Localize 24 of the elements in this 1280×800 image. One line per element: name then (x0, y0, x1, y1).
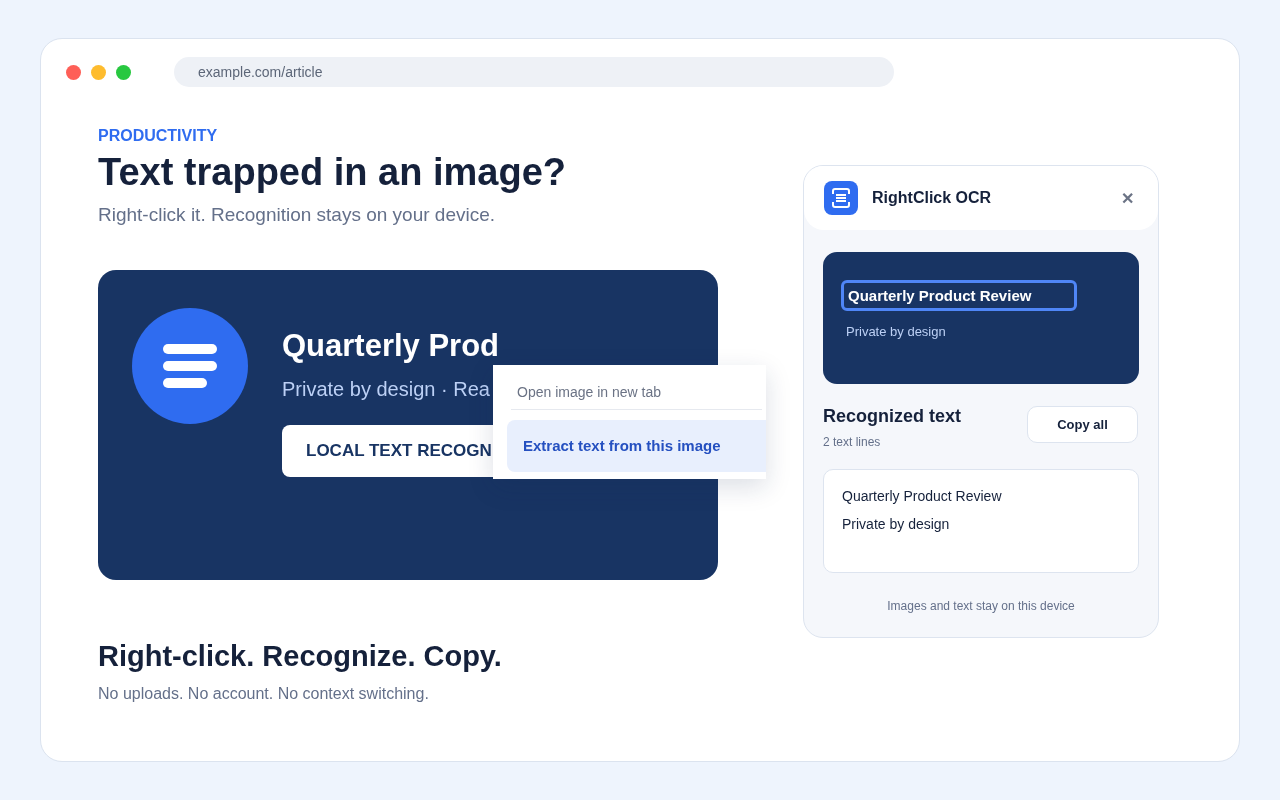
result-text-line: Quarterly Product Review (842, 488, 1003, 504)
result-heading: Recognized text (823, 406, 962, 427)
copy-all-button[interactable]: Copy all (1027, 406, 1138, 443)
panel-footer: Images and text stay on this device (823, 599, 1139, 613)
article-subtitle: Right-click it. Recognition stays on your device. (98, 204, 497, 226)
article-title: Text trapped in an image? (98, 151, 568, 194)
minimize-window-dot[interactable] (91, 64, 106, 80)
line-count: 2 text lines (823, 435, 882, 449)
menu-lines-icon (132, 308, 248, 424)
scan-text-icon (824, 181, 858, 215)
category-label: PRODUCTIVITY (98, 127, 219, 145)
zoom-window-dot[interactable] (116, 64, 131, 80)
image-subtitle: Private by design · Rea (282, 378, 490, 401)
image-title: Quarterly Prod (282, 328, 500, 364)
result-text-line: Private by design (842, 516, 951, 532)
address-bar[interactable]: example.com/article (174, 57, 894, 87)
section-heading: Right-click. Recognize. Copy. (98, 640, 503, 673)
close-button[interactable]: ✕ (1117, 188, 1138, 208)
menu-item[interactable]: Open image in new tab (507, 381, 766, 403)
panel-title: RightClick OCR (872, 189, 993, 207)
preview-text-line: Private by design (846, 324, 947, 339)
menu-item[interactable]: Extract text from this image (507, 420, 766, 472)
close-window-dot[interactable] (66, 64, 81, 80)
section-text: No uploads. No account. No context switching. (98, 685, 430, 703)
